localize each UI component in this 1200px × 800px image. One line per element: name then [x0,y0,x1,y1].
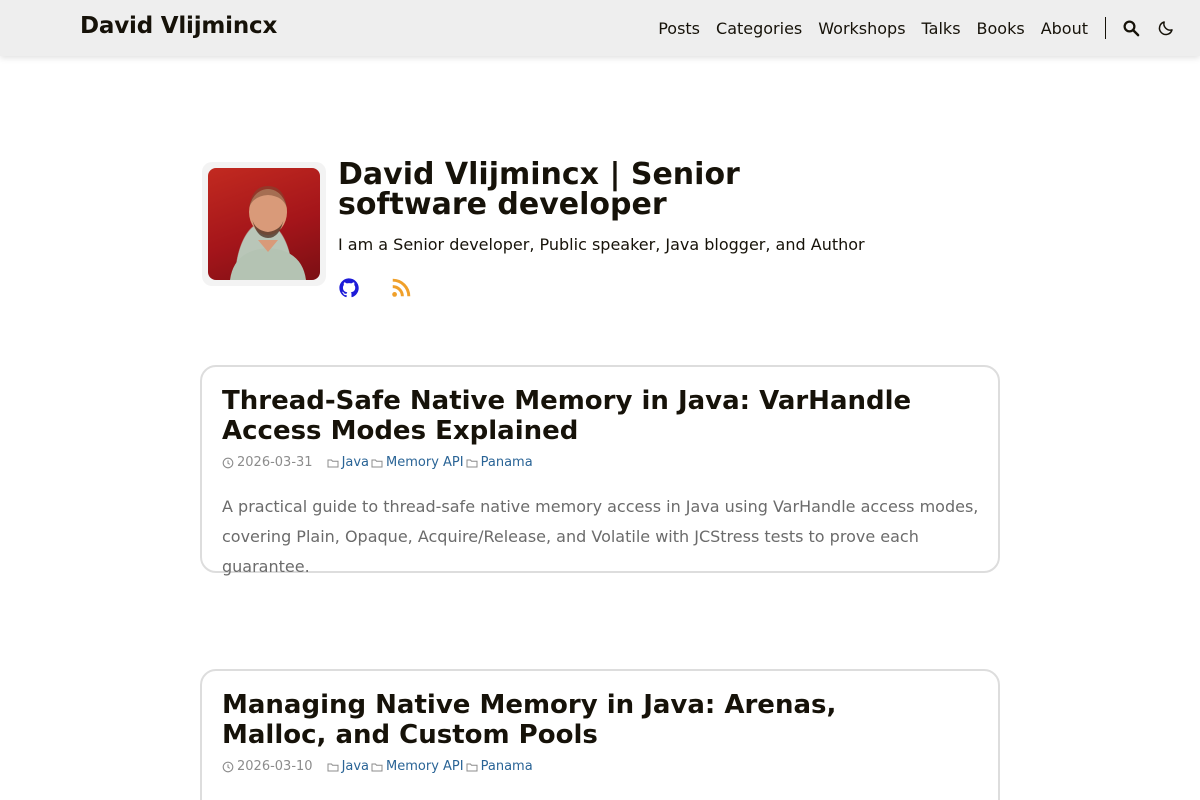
folder-icon [327,457,339,469]
moon-icon[interactable] [1157,19,1175,37]
folder-icon [327,761,339,773]
post-title[interactable]: Thread-Safe Native Memory in Java: VarHa… [222,386,942,446]
post-category-link[interactable]: Java [342,759,369,774]
nav-talks[interactable]: Talks [922,19,961,38]
social-links [338,277,442,299]
post-category-link[interactable]: Memory API [386,455,464,470]
avatar-frame [202,162,326,286]
main-nav: Posts Categories Workshops Talks Books A… [658,0,1200,56]
clock-icon [222,761,234,773]
post-meta: 2026-03-10 Java Memory API Panama [222,759,978,774]
nav-about[interactable]: About [1041,19,1088,38]
post-category-link[interactable]: Java [342,455,369,470]
nav-divider [1105,17,1106,39]
avatar [208,168,320,280]
post-meta: 2026-03-31 Java Memory API Panama [222,455,978,470]
rss-icon[interactable] [390,277,412,299]
post-category-link[interactable]: Memory API [386,759,464,774]
github-icon[interactable] [338,277,360,299]
folder-icon [466,457,478,469]
clock-icon [222,457,234,469]
folder-icon [371,761,383,773]
profile-section: David Vlijmincx | Senior software develo… [202,157,1002,302]
post-summary: A practical guide to thread-safe native … [222,497,979,576]
nav-books[interactable]: Books [977,19,1025,38]
profile-subtitle: I am a Senior developer, Public speaker,… [338,235,865,254]
post-date: 2026-03-10 [237,759,313,774]
post-card[interactable]: Managing Native Memory in Java: Arenas, … [200,669,1000,800]
site-header: David Vlijmincx Posts Categories Worksho… [0,0,1200,56]
nav-categories[interactable]: Categories [716,19,802,38]
search-icon[interactable] [1122,19,1140,37]
nav-workshops[interactable]: Workshops [818,19,905,38]
folder-icon [466,761,478,773]
post-category-link[interactable]: Panama [481,759,533,774]
post-category-link[interactable]: Panama [481,455,533,470]
post-date: 2026-03-31 [237,455,313,470]
profile-title: David Vlijmincx | Senior software develo… [338,157,740,222]
nav-posts[interactable]: Posts [658,19,700,38]
folder-icon [371,457,383,469]
site-title-link[interactable]: David Vlijmincx [80,13,277,39]
post-title[interactable]: Managing Native Memory in Java: Arenas, … [222,690,942,750]
post-card[interactable]: Thread-Safe Native Memory in Java: VarHa… [200,365,1000,576]
